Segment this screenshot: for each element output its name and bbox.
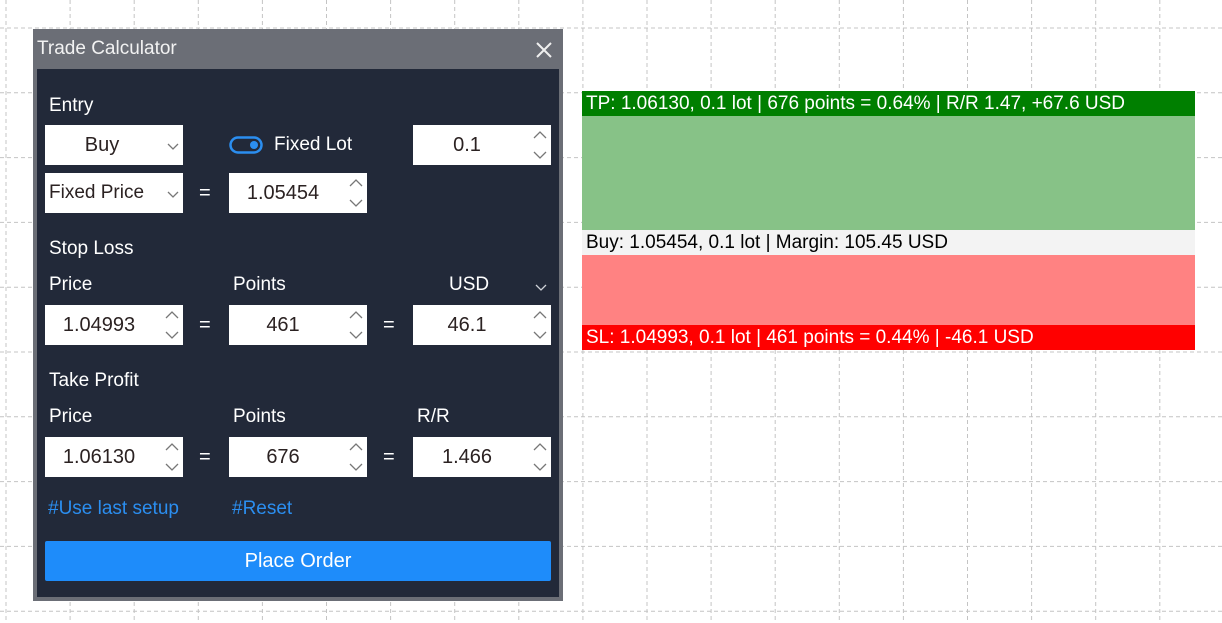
window-title: Trade Calculator (37, 38, 177, 59)
sl-amount-spinner[interactable] (533, 308, 547, 342)
tp-rr-value: 1.466 (441, 446, 493, 468)
trade-calculator-panel: Trade Calculator Entry Buy Fixed Lot 0.1… (33, 29, 563, 601)
title-bar[interactable]: Trade Calculator (33, 29, 563, 69)
entry-label-bar[interactable]: Buy: 1.05454, 0.1 lot | Margin: 105.45 U… (582, 230, 1195, 255)
sl-points-spinner[interactable] (349, 308, 363, 342)
tp-rr-input[interactable]: 1.466 (413, 437, 551, 477)
entry-section-label: Entry (49, 95, 94, 116)
tp-price-label: Price (49, 406, 93, 427)
close-icon[interactable] (535, 41, 553, 59)
price-mode-value: Fixed Price (49, 182, 145, 203)
sl-points-input[interactable]: 461 (229, 305, 367, 345)
tp-points-label: Points (233, 406, 286, 427)
chevron-down-icon (167, 139, 179, 151)
entry-price-spinner[interactable] (349, 176, 363, 210)
tp-label-bar[interactable]: TP: 1.06130, 0.1 lot | 676 points = 0.64… (582, 91, 1195, 116)
tp-zone (582, 116, 1195, 230)
tp-price-value: 1.06130 (62, 446, 136, 468)
tp-points-spinner[interactable] (349, 440, 363, 474)
entry-label: Buy: 1.05454, 0.1 lot | Margin: 105.45 U… (586, 232, 948, 253)
sl-currency-select[interactable]: USD (449, 274, 489, 296)
price-mode-select[interactable]: Fixed Price (45, 173, 183, 213)
direction-select[interactable]: Buy (45, 125, 183, 165)
sl-price-input[interactable]: 1.04993 (45, 305, 183, 345)
lot-input[interactable]: 0.1 (413, 125, 551, 165)
tp-price-spinner[interactable] (165, 440, 179, 474)
sl-price-spinner[interactable] (165, 308, 179, 342)
sl-amount-value: 46.1 (447, 314, 487, 336)
lot-value: 0.1 (453, 134, 481, 156)
place-order-button[interactable]: Place Order (45, 541, 551, 581)
stop-loss-section-label: Stop Loss (49, 238, 134, 259)
sl-points-value: 461 (266, 314, 300, 336)
reset-link[interactable]: #Reset (232, 498, 292, 520)
sl-price-label: Price (49, 274, 93, 295)
sl-label: SL: 1.04993, 0.1 lot | 461 points = 0.44… (586, 327, 1034, 348)
tp-price-input[interactable]: 1.06130 (45, 437, 183, 477)
fixed-lot-toggle[interactable] (229, 136, 263, 154)
tp-points-input[interactable]: 676 (229, 437, 367, 477)
entry-price-value: 1.05454 (246, 182, 320, 204)
equals-sign: = (199, 446, 211, 468)
calculator-body: Entry Buy Fixed Lot 0.1 Fixed Price = 1.… (37, 69, 559, 597)
lot-spinner[interactable] (533, 128, 547, 162)
sl-price-value: 1.04993 (62, 314, 136, 336)
use-last-setup-link[interactable]: #Use last setup (48, 498, 179, 520)
sl-points-label: Points (233, 274, 286, 295)
tp-rr-label: R/R (417, 406, 450, 427)
equals-sign: = (199, 182, 211, 204)
chevron-down-icon[interactable] (535, 280, 547, 292)
sl-amount-input[interactable]: 46.1 (413, 305, 551, 345)
equals-sign: = (199, 314, 211, 336)
sl-zone (582, 255, 1195, 325)
direction-value: Buy (84, 134, 120, 156)
tp-label: TP: 1.06130, 0.1 lot | 676 points = 0.64… (586, 93, 1126, 114)
fixed-lot-label: Fixed Lot (274, 134, 353, 155)
chevron-down-icon (167, 187, 179, 199)
entry-price-input[interactable]: 1.05454 (229, 173, 367, 213)
take-profit-section-label: Take Profit (49, 370, 139, 391)
tp-rr-spinner[interactable] (533, 440, 547, 474)
equals-sign: = (383, 314, 395, 336)
sl-label-bar[interactable]: SL: 1.04993, 0.1 lot | 461 points = 0.44… (582, 325, 1195, 350)
tp-points-value: 676 (266, 446, 300, 468)
equals-sign: = (383, 446, 395, 468)
